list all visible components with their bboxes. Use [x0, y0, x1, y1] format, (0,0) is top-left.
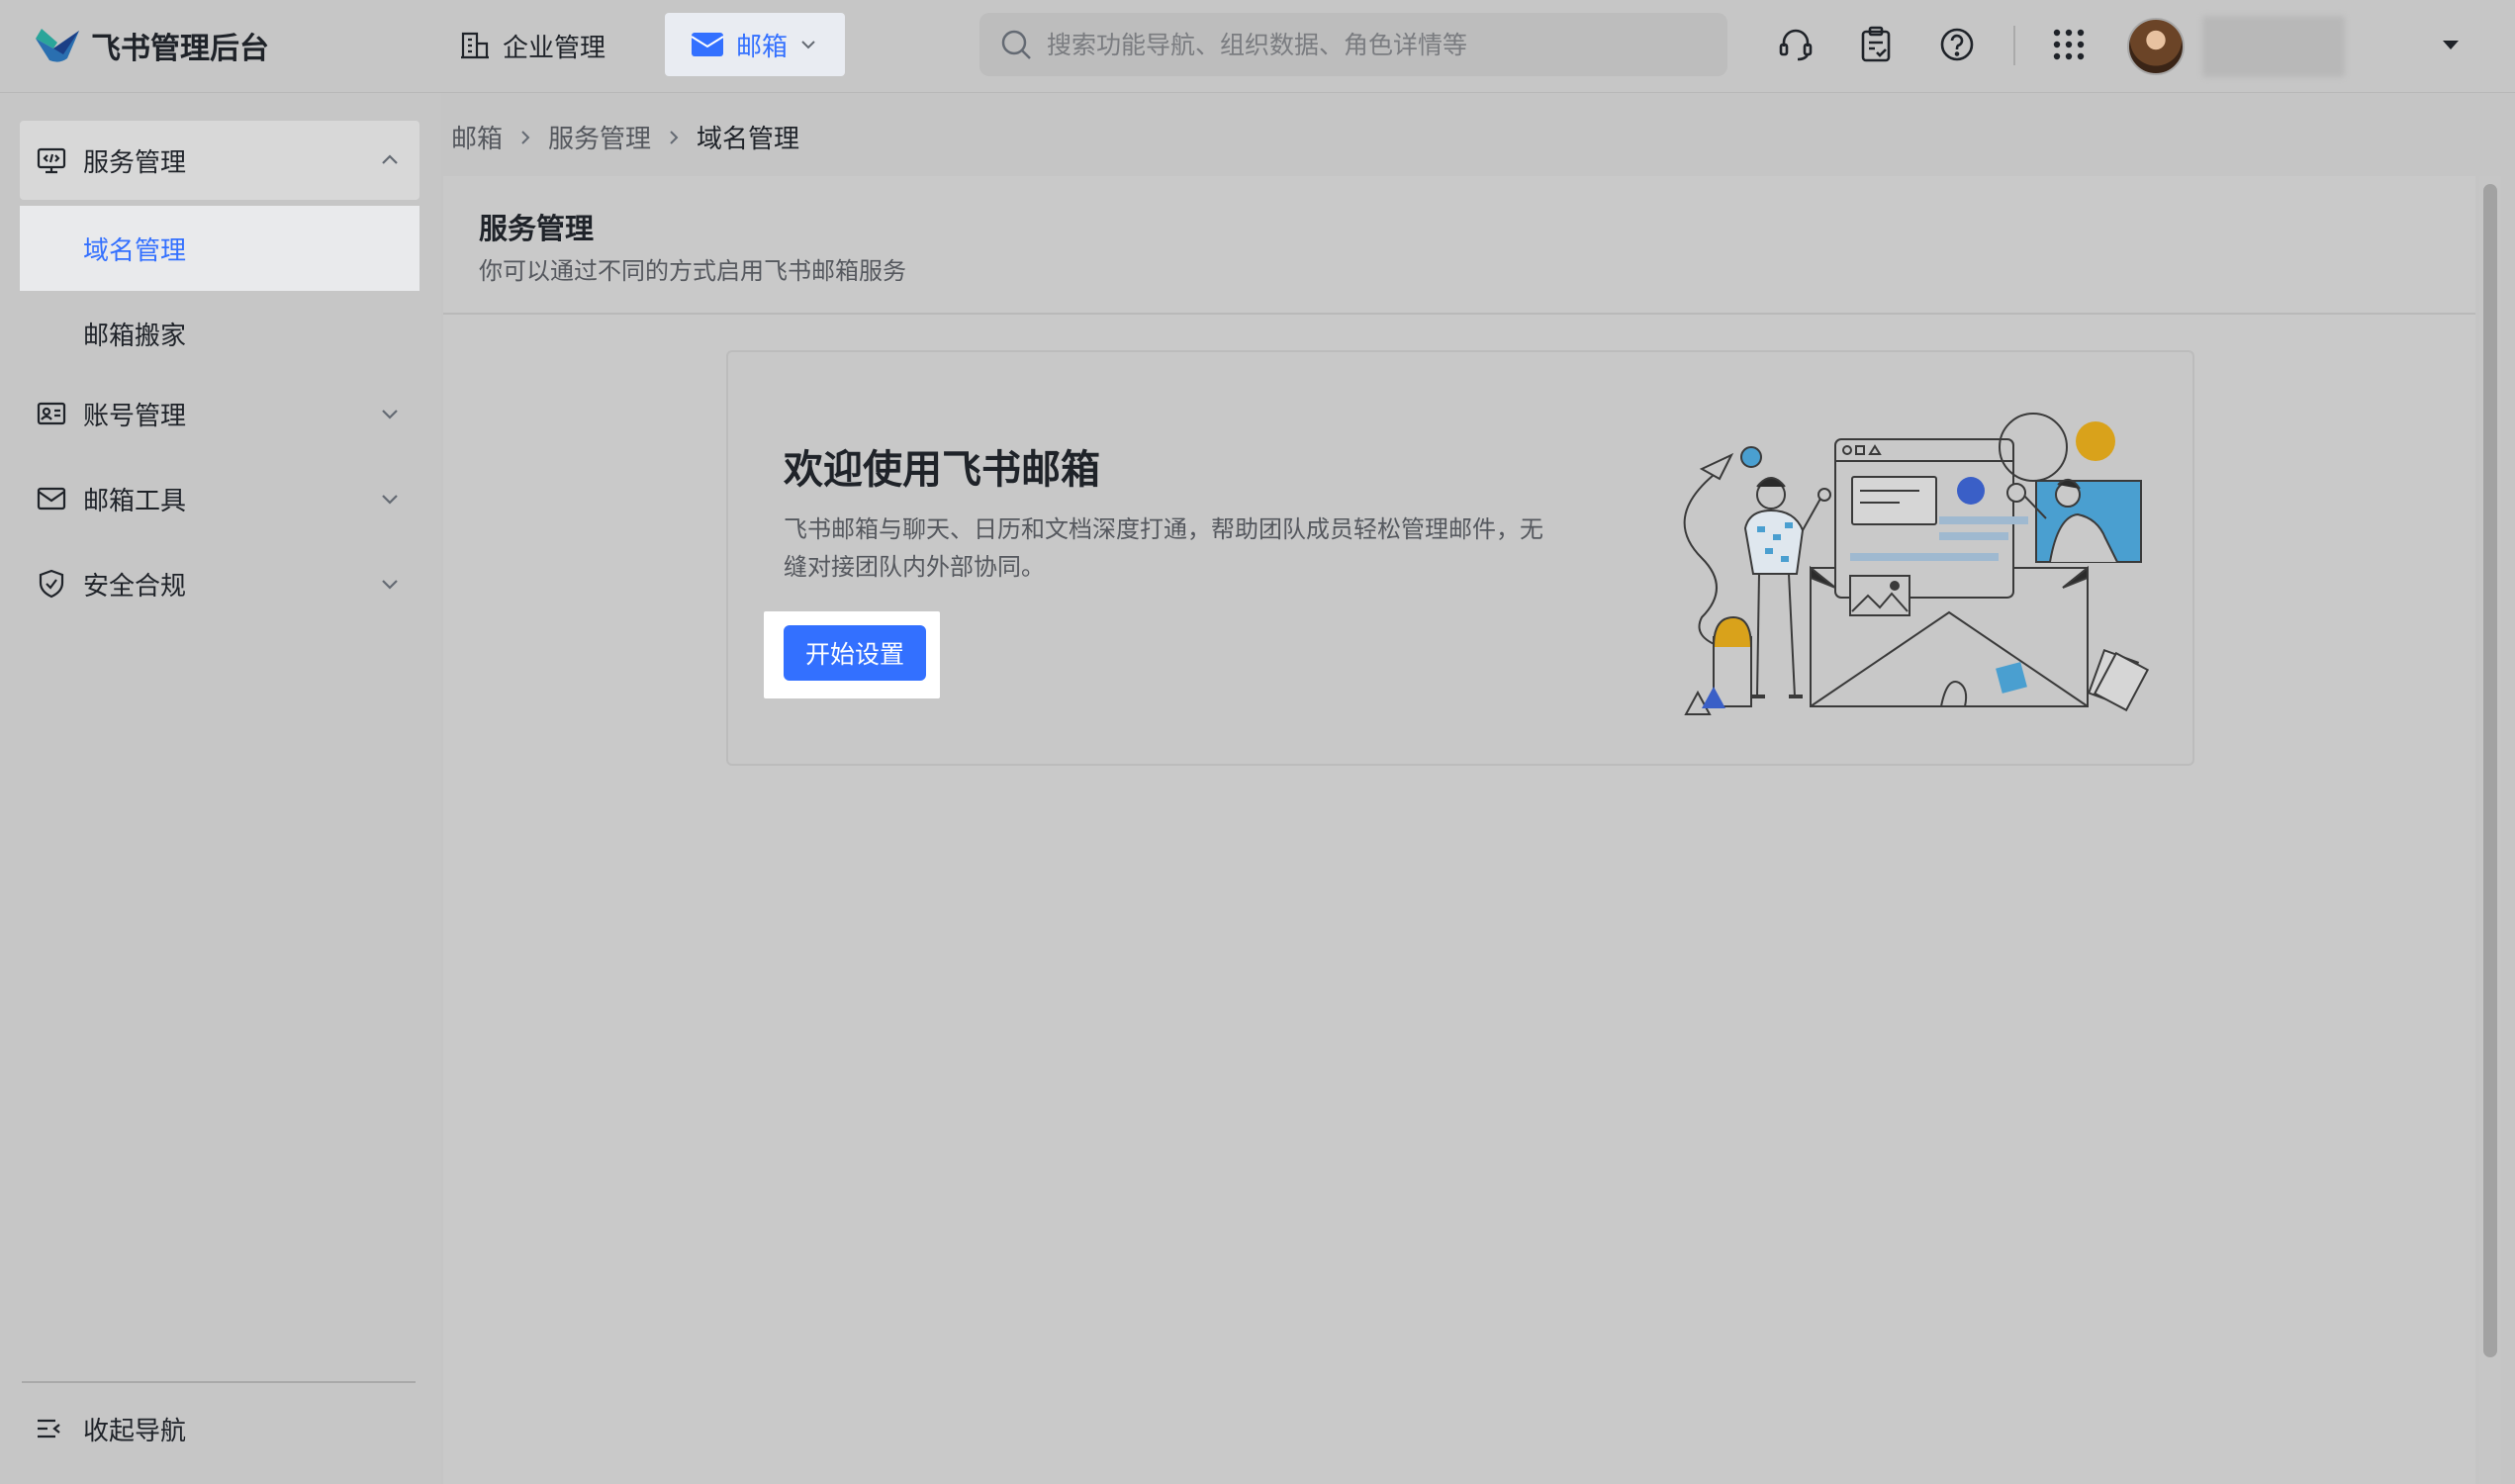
shield-check-icon: [39, 569, 64, 599]
content-panel: 服务管理 你可以通过不同的方式启用飞书邮箱服务 欢迎使用飞书邮箱 飞书邮箱与聊天…: [443, 176, 2475, 1484]
welcome-title: 欢迎使用飞书邮箱: [784, 447, 1100, 493]
monitor-code-icon: [37, 147, 66, 174]
start-setup-button[interactable]: 开始设置: [784, 625, 926, 681]
id-card-icon: [37, 402, 66, 425]
breadcrumb: 邮箱 服务管理 域名管理: [451, 119, 799, 155]
toolbar-divider: [2013, 26, 2015, 65]
sidebar-group-service-management[interactable]: 服务管理: [20, 121, 419, 200]
mail-icon: [37, 487, 66, 510]
logo-text: 飞书管理后台: [91, 32, 269, 66]
help-icon: [1940, 28, 1974, 61]
collapse-nav-label: 收起导航: [83, 1416, 187, 1446]
avatar[interactable]: [2127, 18, 2185, 75]
breadcrumb-item[interactable]: 邮箱: [451, 119, 503, 155]
sidebar-item-label: 邮箱搬家: [83, 321, 187, 351]
sidebar-group-label: 服务管理: [83, 147, 187, 178]
welcome-description: 飞书邮箱与聊天、日历和文档深度打通，帮助团队成员轻松管理邮件，无缝对接团队内外部…: [784, 515, 1543, 581]
scrollbar-thumb[interactable]: [2483, 184, 2497, 1357]
headset-icon: [1779, 29, 1813, 61]
sidebar-item-mailbox-migration[interactable]: 邮箱搬家: [20, 291, 419, 376]
nav-org-label: 企业管理: [503, 33, 606, 63]
sidebar-group-account-management[interactable]: 账号管理: [20, 374, 419, 453]
nav-mail-label: 邮箱: [736, 32, 789, 62]
clipboard-check-icon: [1861, 26, 1891, 62]
page-title: 服务管理: [479, 212, 595, 245]
admin-console: 飞书管理后台 企业管理 邮箱 搜索功能导航、组织数据、角色详情等 服务管理 域名…: [0, 0, 2515, 1484]
caret-down-icon[interactable]: [2440, 34, 2462, 55]
sidebar-group-security-compliance[interactable]: 安全合规: [20, 544, 419, 623]
welcome-illustration: [1683, 413, 2150, 715]
breadcrumb-item[interactable]: 服务管理: [548, 119, 651, 155]
sidebar-group-mail-tools[interactable]: 邮箱工具: [20, 459, 419, 538]
search-input[interactable]: [1047, 30, 1700, 59]
username[interactable]: [2202, 16, 2345, 77]
breadcrumb-current: 域名管理: [697, 125, 800, 154]
sidebar-divider: [22, 1381, 416, 1383]
global-search[interactable]: [979, 13, 1727, 76]
chevron-right-icon: [670, 130, 679, 144]
chevron-right-icon: [521, 130, 530, 144]
sidebar-item-label: 域名管理: [83, 235, 187, 266]
logo[interactable]: 飞书管理后台: [34, 24, 269, 67]
chevron-down-icon: [382, 580, 398, 590]
support-button[interactable]: [1773, 22, 1818, 67]
chevron-down-icon: [382, 410, 398, 419]
sidebar-group-label: 安全合规: [83, 571, 187, 602]
panel-header: 服务管理 你可以通过不同的方式启用飞书邮箱服务: [443, 176, 2475, 315]
search-icon: [1001, 30, 1031, 59]
help-button[interactable]: [1934, 22, 1980, 67]
collapse-nav-button[interactable]: 收起导航: [34, 1409, 186, 1448]
page-subtitle: 你可以通过不同的方式启用飞书邮箱服务: [479, 257, 906, 285]
chevron-down-icon: [801, 41, 815, 49]
nav-mail-switcher[interactable]: 邮箱: [665, 13, 845, 76]
sidebar-group-label: 账号管理: [83, 401, 187, 431]
nav-org-management[interactable]: 企业管理: [459, 22, 605, 69]
building-icon: [461, 32, 489, 59]
tasks-button[interactable]: [1853, 22, 1899, 67]
collapse-menu-icon: [38, 1419, 60, 1438]
top-bar: 飞书管理后台 企业管理 邮箱: [0, 0, 2515, 93]
chevron-up-icon: [382, 154, 398, 164]
app-grid-icon: [2053, 29, 2085, 60]
sidebar: 服务管理 域名管理 邮箱搬家 账号管理 邮箱工具 安全合规 收起导航: [0, 93, 441, 1484]
mail-icon: [691, 33, 724, 56]
sidebar-item-domain-management[interactable]: 域名管理: [20, 206, 419, 291]
feishu-logo-icon: [36, 29, 79, 62]
sidebar-group-label: 邮箱工具: [83, 486, 187, 516]
chevron-down-icon: [382, 495, 398, 505]
app-launcher-button[interactable]: [2046, 22, 2092, 67]
